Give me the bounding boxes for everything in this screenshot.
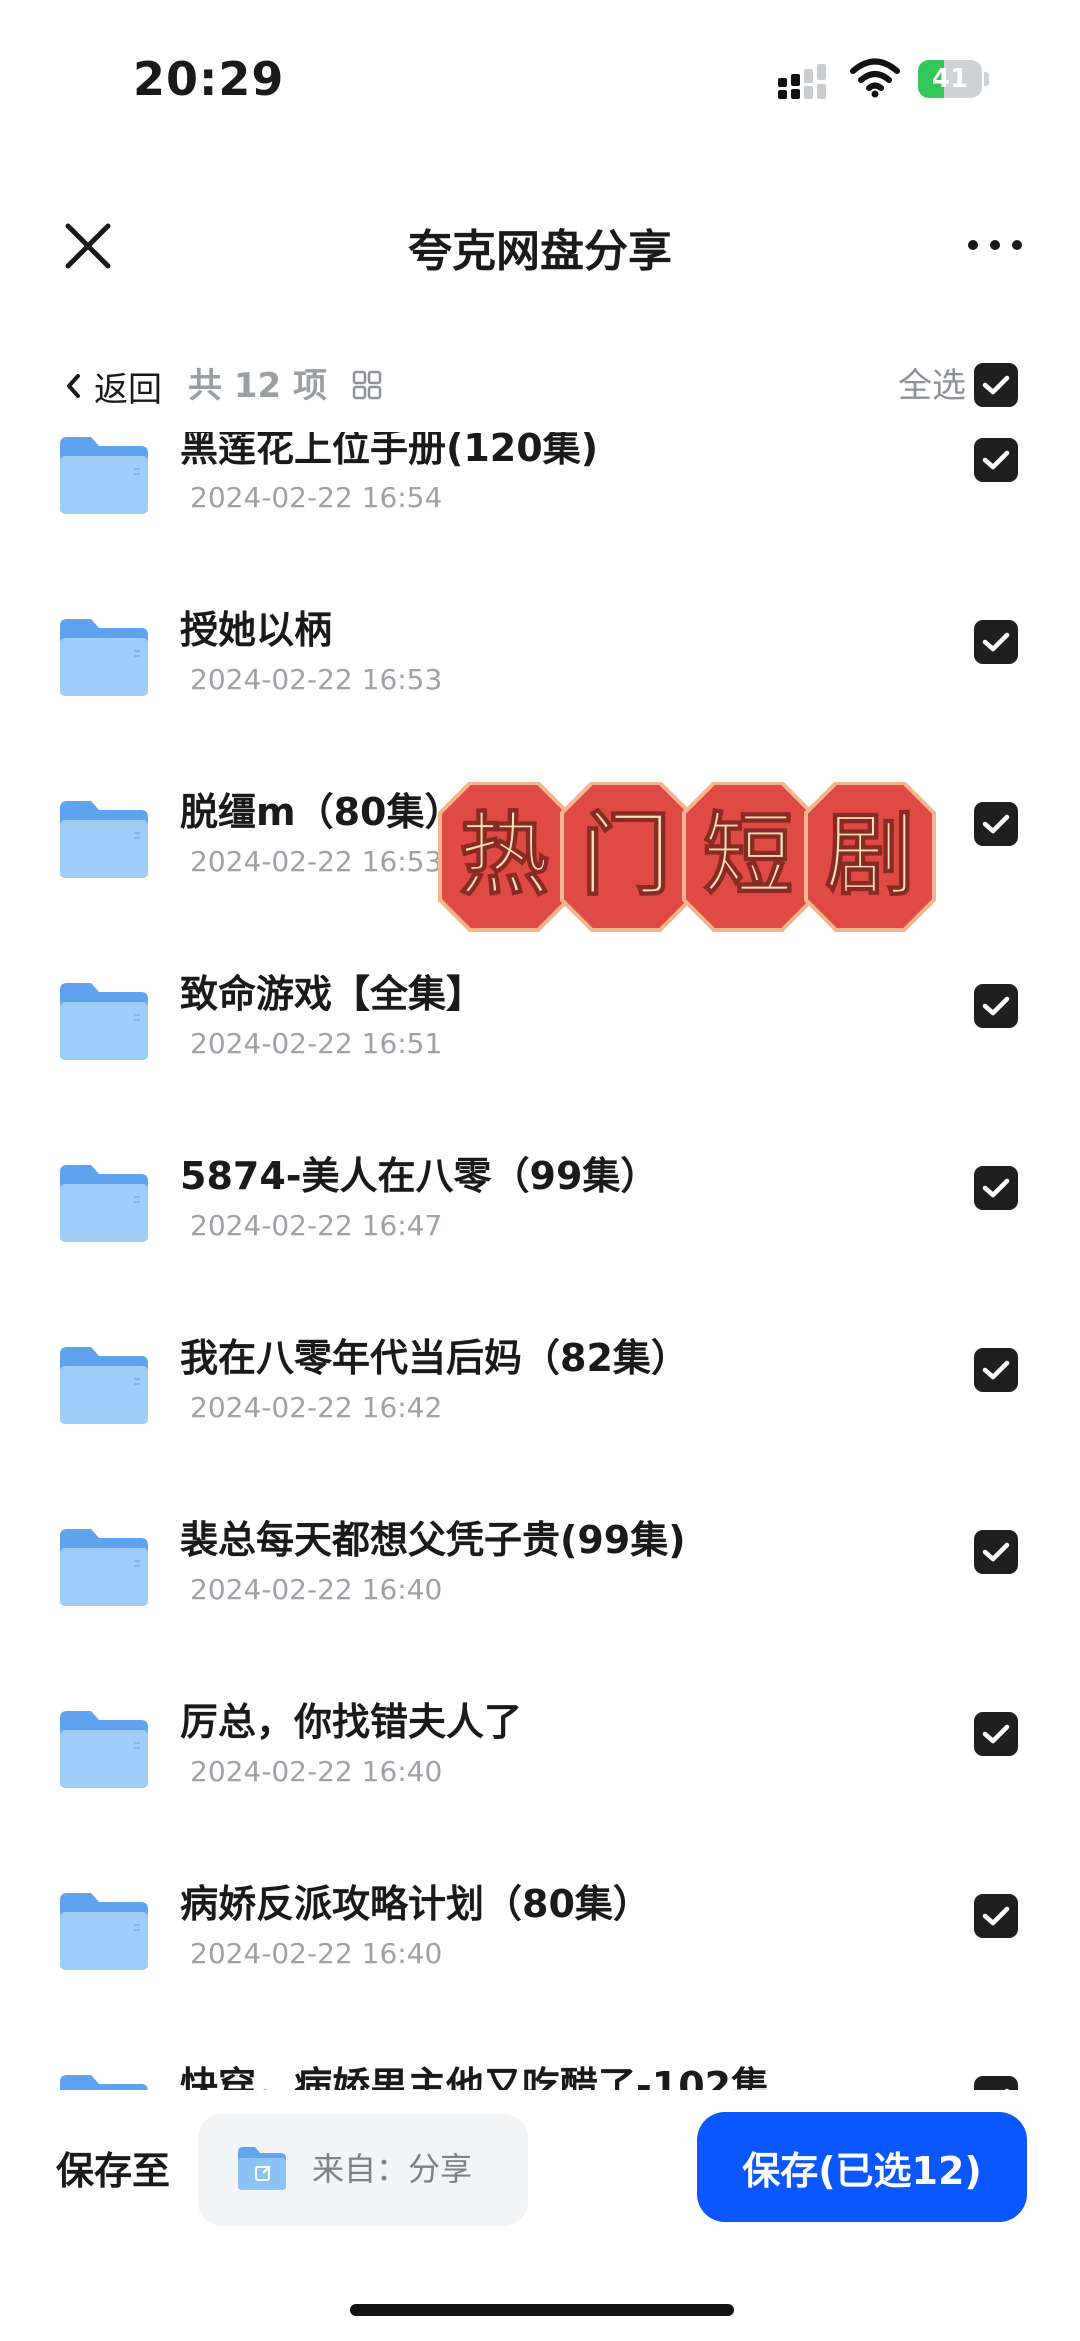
item-date: 2024-02-22 16:40: [190, 1755, 443, 1788]
item-title: 致命游戏【全集】: [180, 972, 485, 1016]
stamp-char: 门: [581, 803, 671, 908]
item-title: 授她以柄: [180, 608, 333, 652]
checkmark-icon: [982, 632, 1010, 652]
item-date: 2024-02-22 16:53: [190, 845, 443, 878]
select-all-checkbox[interactable]: [974, 363, 1018, 407]
list-item[interactable]: 我在八零年代当后妈（82集） 2024-02-22 16:42: [0, 1332, 1080, 1514]
item-date: 2024-02-22 16:54: [190, 481, 443, 514]
folder-icon: [60, 437, 148, 514]
list-item[interactable]: 授她以柄 2024-02-22 16:53: [0, 604, 1080, 786]
item-date: 2024-02-22 16:40: [190, 1573, 443, 1606]
item-title: 5874-美人在八零（99集）: [180, 1154, 659, 1198]
battery-level: 41: [931, 64, 969, 94]
checkmark-icon: [982, 814, 1010, 834]
item-date: 2024-02-22 16:47: [190, 1209, 443, 1242]
item-title: 黑莲花上位手册(120集): [180, 432, 599, 470]
item-date: 2024-02-22 16:42: [190, 1391, 443, 1424]
item-title: 我在八零年代当后妈（82集）: [180, 1336, 689, 1380]
folder-icon: [60, 1711, 148, 1788]
item-date: 2024-02-22 16:51: [190, 1027, 443, 1060]
item-checkbox[interactable]: [974, 1894, 1018, 1938]
list-item[interactable]: 厉总，你找错夫人了 2024-02-22 16:40: [0, 1696, 1080, 1878]
folder-icon: [60, 983, 148, 1060]
item-title: 裴总每天都想父凭子贵(99集): [180, 1518, 686, 1562]
page-title: 夸克网盘分享: [408, 226, 672, 277]
chevron-left-icon: [67, 374, 80, 398]
wifi-icon: [850, 58, 900, 98]
item-checkbox[interactable]: [974, 2076, 1018, 2090]
select-all-label[interactable]: 全选: [898, 362, 966, 410]
status-time: 20:29: [133, 52, 285, 106]
destination-label: 来自：分享: [312, 2150, 473, 2188]
checkmark-icon: [982, 1724, 1010, 1744]
item-checkbox[interactable]: [974, 1530, 1018, 1574]
list-item[interactable]: 病娇反派攻略计划（80集） 2024-02-22 16:40: [0, 1878, 1080, 2060]
checkmark-icon: [982, 1360, 1010, 1380]
item-checkbox[interactable]: [974, 802, 1018, 846]
item-checkbox[interactable]: [974, 1712, 1018, 1756]
item-checkbox[interactable]: [974, 620, 1018, 664]
file-list[interactable]: 黑莲花上位手册(120集) 2024-02-22 16:54 授她以柄 2024-02…: [0, 432, 1080, 2090]
back-label: 返回: [94, 369, 162, 410]
list-item[interactable]: 黑莲花上位手册(120集) 2024-02-22 16:54: [0, 432, 1080, 604]
checkmark-icon: [982, 450, 1010, 470]
folder-icon: [60, 1165, 148, 1242]
item-checkbox[interactable]: [974, 1348, 1018, 1392]
checkmark-icon: [982, 375, 1010, 395]
destination-selector[interactable]: 来自：分享: [198, 2114, 528, 2226]
item-checkbox[interactable]: [974, 984, 1018, 1028]
checkmark-icon: [982, 996, 1010, 1016]
item-checkbox[interactable]: [974, 438, 1018, 482]
stamp-char: 剧: [825, 803, 915, 908]
item-title: 脱缰m（80集）: [180, 790, 463, 834]
share-folder-icon: [238, 2147, 286, 2190]
item-date: 2024-02-22 16:53: [190, 663, 443, 696]
checkmark-icon: [982, 1542, 1010, 1562]
item-count-label: 共 12 项: [188, 366, 327, 406]
save-button[interactable]: 保存(已选12): [697, 2112, 1027, 2222]
stamp-char: 热: [459, 803, 549, 908]
folder-icon: [60, 1347, 148, 1424]
item-checkbox[interactable]: [974, 1166, 1018, 1210]
folder-icon: [60, 2075, 148, 2090]
folder-icon: [60, 801, 148, 878]
folder-icon: [60, 619, 148, 696]
list-item[interactable]: 裴总每天都想父凭子贵(99集) 2024-02-22 16:40: [0, 1514, 1080, 1696]
checkmark-icon: [982, 1906, 1010, 1926]
hot-short-drama-stamp: 热门短剧: [438, 782, 936, 932]
list-item[interactable]: 致命游戏【全集】 2024-02-22 16:51: [0, 968, 1080, 1150]
folder-icon: [60, 1529, 148, 1606]
save-to-label: 保存至: [56, 2149, 171, 2193]
list-item[interactable]: 5874-美人在八零（99集） 2024-02-22 16:47: [0, 1150, 1080, 1332]
folder-icon: [60, 1893, 148, 1970]
more-options-button[interactable]: [965, 230, 1025, 260]
cellular-signal-icon: [778, 64, 826, 99]
stamp-char: 短: [703, 803, 793, 908]
list-item[interactable]: 快穿，病娇男主他又吃醋了-102集: [0, 2060, 1080, 2090]
back-button[interactable]: 返回: [64, 362, 162, 410]
item-date: 2024-02-22 16:40: [190, 1937, 443, 1970]
checkmark-icon: [982, 1178, 1010, 1198]
item-title: 快穿，病娇男主他又吃醋了-102集: [180, 2064, 770, 2090]
grid-view-icon[interactable]: [352, 370, 382, 400]
battery-indicator: 41: [918, 60, 990, 98]
home-indicator: [350, 2304, 734, 2316]
item-title: 厉总，你找错夫人了: [180, 1700, 523, 1744]
item-title: 病娇反派攻略计划（80集）: [180, 1882, 651, 1926]
checkmark-icon: [1004, 2088, 1010, 2090]
